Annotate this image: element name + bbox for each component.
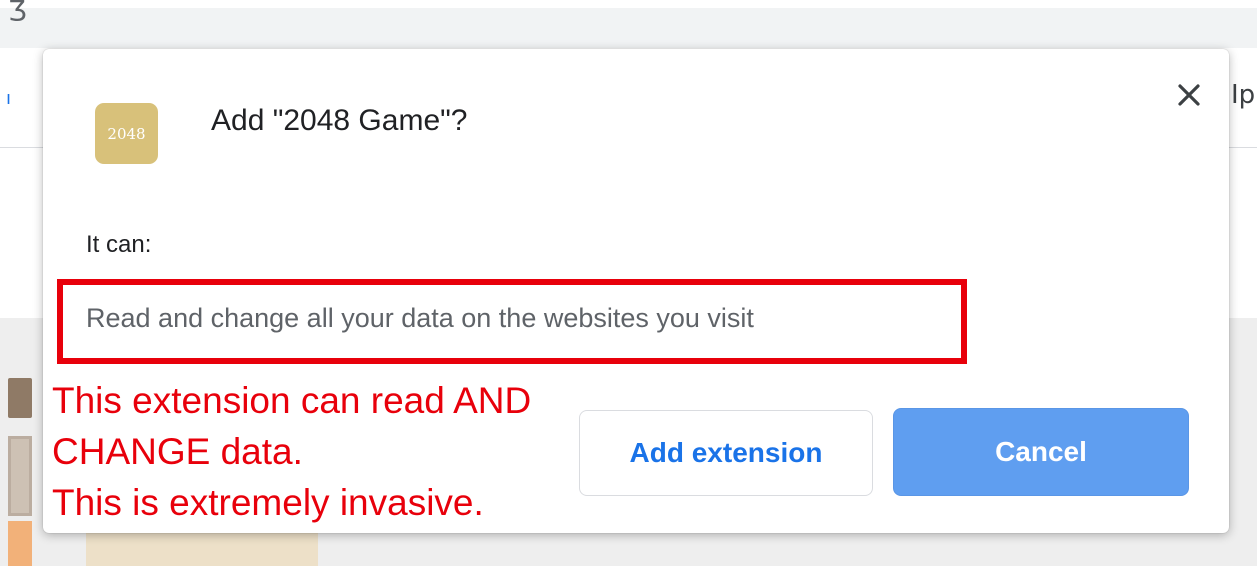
annotation-text: This extension can read AND CHANGE data.… (52, 375, 572, 528)
annotation-line: CHANGE data. (52, 431, 303, 472)
background-truncated-text: Ip (1231, 80, 1256, 110)
annotation-highlight-box (57, 279, 967, 364)
permissions-heading: It can: (86, 231, 152, 258)
dialog-title: Add "2048 Game"? (211, 104, 468, 137)
extension-logo-icon: 2048 (95, 103, 158, 164)
extension-logo-text: 2048 (107, 124, 146, 143)
background-game-board (8, 436, 32, 516)
annotation-line: This is extremely invasive. (52, 482, 484, 523)
close-button[interactable] (1169, 75, 1209, 115)
background-corner-glyph: Ʒ (8, 0, 27, 27)
annotation-line: This extension can read AND (52, 380, 532, 421)
browser-tab-strip (0, 8, 1257, 48)
background-link-glyph: ı (6, 88, 12, 109)
background-game-tile (8, 378, 32, 418)
background-game-tile (8, 521, 32, 566)
add-extension-dialog: 2048 Add "2048 Game"? It can: Read and c… (43, 49, 1229, 533)
cancel-button[interactable]: Cancel (893, 408, 1189, 496)
add-extension-button[interactable]: Add extension (579, 410, 873, 496)
close-icon (1178, 84, 1200, 106)
background-game-tile (86, 530, 318, 566)
browser-window: Ʒ ı Ip 2048 Add "2048 Game"? It can: Rea… (0, 0, 1257, 566)
